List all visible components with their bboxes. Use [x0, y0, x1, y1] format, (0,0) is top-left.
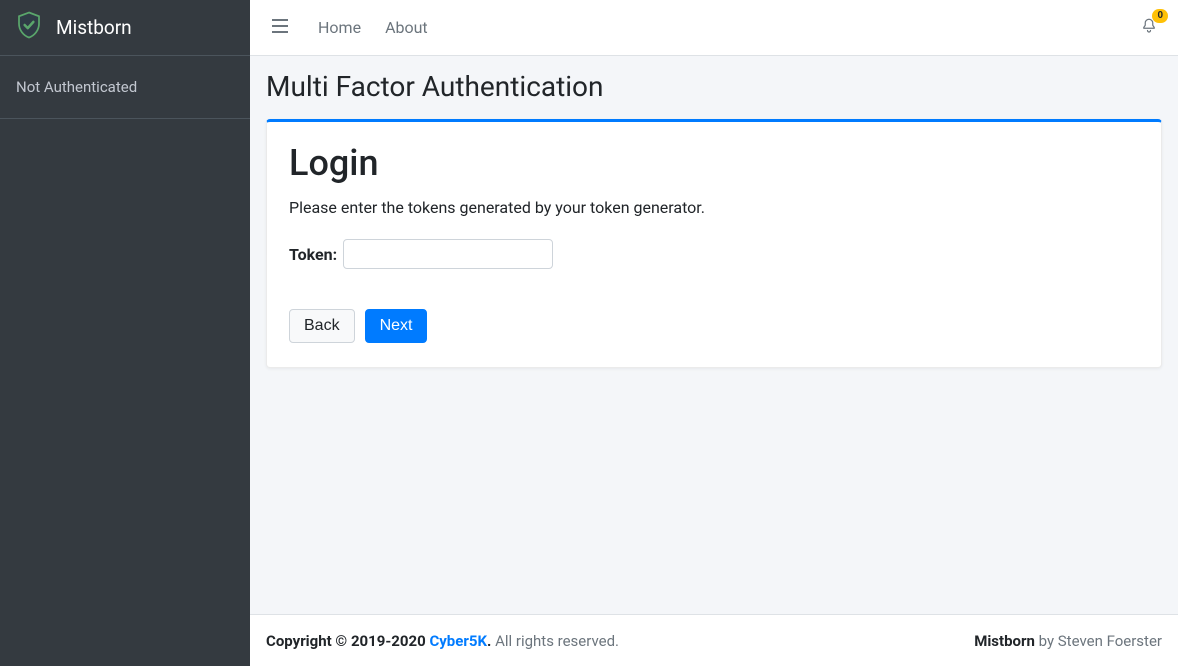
nav-about[interactable]: About: [385, 18, 428, 37]
token-row: Token:: [289, 239, 1139, 269]
page-title: Multi Factor Authentication: [266, 70, 1162, 103]
token-label: Token:: [289, 245, 337, 264]
menu-toggle-button[interactable]: [266, 13, 294, 42]
notifications-badge: 0: [1152, 9, 1168, 23]
button-row: Back Next: [289, 309, 1139, 343]
footer: Copyright © 2019-2020 Cyber5K. All right…: [250, 614, 1178, 666]
shield-check-icon: [14, 10, 44, 45]
brand[interactable]: Mistborn: [0, 0, 250, 56]
nav-home[interactable]: Home: [318, 18, 361, 37]
bell-icon: [1140, 23, 1158, 38]
card-subtext: Please enter the tokens generated by you…: [289, 198, 1139, 217]
back-button[interactable]: Back: [289, 309, 355, 343]
footer-left: Copyright © 2019-2020 Cyber5K. All right…: [266, 632, 619, 650]
footer-right: Mistborn by Steven Foerster: [974, 632, 1162, 650]
brand-name: Mistborn: [56, 16, 132, 39]
copyright-text: Copyright © 2019-2020: [266, 632, 429, 650]
sidebar: Mistborn Not Authenticated: [0, 0, 250, 666]
main: Home About 0 Multi Factor Authentication…: [250, 0, 1178, 666]
token-input[interactable]: [343, 239, 553, 269]
topbar: Home About 0: [250, 0, 1178, 56]
auth-status: Not Authenticated: [0, 56, 250, 119]
product-name: Mistborn: [974, 632, 1035, 650]
hamburger-icon: [272, 17, 288, 37]
card-heading: Login: [289, 142, 1139, 184]
login-card: Login Please enter the tokens generated …: [266, 119, 1162, 368]
notifications-button[interactable]: 0: [1136, 13, 1162, 42]
company-link[interactable]: Cyber5K: [429, 632, 487, 650]
author-text: by Steven Foerster: [1035, 632, 1162, 650]
next-button[interactable]: Next: [365, 309, 428, 343]
rights-text: All rights reserved.: [491, 632, 619, 650]
content: Multi Factor Authentication Login Please…: [250, 56, 1178, 614]
